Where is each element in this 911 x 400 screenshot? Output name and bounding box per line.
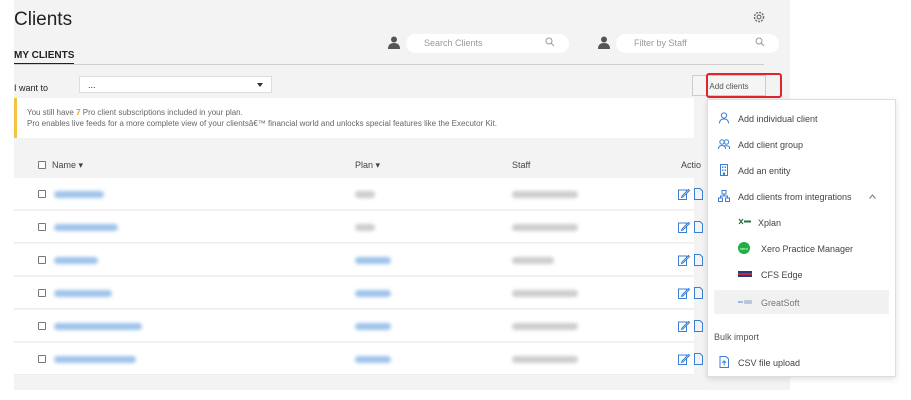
menu-item-add-entity[interactable]: Add an entity (708, 160, 895, 180)
integrations-icon (718, 190, 730, 202)
search-clients-placeholder: Search Clients (424, 38, 483, 48)
banner-line-1: You still have 7 Pro client subscription… (27, 108, 243, 117)
row-checkbox[interactable] (38, 355, 46, 363)
edit-icon[interactable] (678, 188, 690, 200)
row-checkbox[interactable] (38, 190, 46, 198)
row-checkbox[interactable] (38, 289, 46, 297)
table-header: Name ▾ Plan ▾ Staff Actio (14, 150, 701, 175)
table-row[interactable] (14, 310, 703, 342)
table-row[interactable] (14, 277, 703, 309)
table-row[interactable] (14, 211, 703, 243)
edit-icon[interactable] (678, 254, 690, 266)
menu-item-greatsoft[interactable]: GreatSoft (708, 292, 895, 312)
menu-item-csv-upload[interactable]: CSV file upload (708, 352, 895, 372)
edit-icon[interactable] (678, 287, 690, 299)
svg-text:xero: xero (740, 246, 749, 251)
client-name-redacted[interactable] (54, 257, 98, 264)
i-want-to-select[interactable]: ... (79, 76, 272, 93)
subscription-banner: You still have 7 Pro client subscription… (14, 98, 694, 138)
client-name-redacted[interactable] (54, 290, 112, 297)
highlight-add-clients (706, 73, 782, 98)
document-icon[interactable] (694, 188, 703, 200)
tab-my-clients[interactable]: MY CLIENTS (14, 50, 75, 65)
banner-line-2: Pro enables live feeds for a more comple… (27, 119, 498, 128)
client-staff-redacted (512, 290, 578, 297)
document-icon[interactable] (694, 221, 703, 233)
client-plan-redacted (355, 290, 391, 297)
client-staff-redacted (512, 191, 578, 198)
client-plan-redacted (355, 356, 391, 363)
search-icon (545, 37, 555, 47)
gear-icon[interactable] (752, 10, 766, 24)
row-checkbox[interactable] (38, 223, 46, 231)
building-icon (720, 164, 728, 176)
i-want-to-value: ... (88, 80, 96, 90)
person-outline-icon (719, 112, 729, 124)
column-plan[interactable]: Plan ▾ (355, 160, 380, 171)
client-staff-redacted (512, 224, 578, 231)
edit-icon[interactable] (678, 353, 690, 365)
select-all-checkbox[interactable] (38, 161, 46, 169)
client-staff-redacted (512, 257, 554, 264)
client-plan-redacted (355, 224, 375, 231)
menu-item-cfs-edge[interactable]: CFS Edge (708, 264, 895, 284)
client-plan-redacted (355, 191, 375, 198)
table-row[interactable] (14, 178, 703, 210)
menu-item-xplan[interactable]: Xplan (708, 212, 895, 232)
i-want-to-label: I want to (14, 83, 49, 93)
document-icon[interactable] (694, 254, 703, 266)
menu-item-add-individual[interactable]: Add individual client (708, 108, 895, 128)
caret-down-icon (257, 83, 263, 87)
client-name-redacted[interactable] (54, 356, 136, 363)
page-title: Clients (14, 9, 73, 30)
cfs-logo-icon (738, 271, 752, 277)
client-name-redacted[interactable] (54, 323, 142, 330)
search-clients-input[interactable]: Search Clients (406, 34, 569, 53)
column-name[interactable]: Name ▾ (52, 160, 83, 171)
menu-item-add-group[interactable]: Add client group (708, 134, 895, 154)
row-checkbox[interactable] (38, 322, 46, 330)
group-icon (718, 139, 730, 150)
document-icon[interactable] (694, 353, 703, 365)
search-icon (755, 37, 765, 47)
client-staff-redacted (512, 323, 578, 330)
client-staff-redacted (512, 356, 578, 363)
person-icon (388, 36, 400, 49)
client-plan-redacted (355, 323, 391, 330)
client-plan-redacted (355, 257, 391, 264)
document-icon[interactable] (694, 287, 703, 299)
edit-icon[interactable] (678, 221, 690, 233)
tab-divider (14, 64, 764, 65)
menu-item-add-from-integrations[interactable]: Add clients from integrations (708, 186, 895, 206)
filter-staff-input[interactable]: Filter by Staff (616, 34, 779, 53)
row-checkbox[interactable] (38, 256, 46, 264)
staff-group-icon (598, 36, 610, 49)
column-actions: Actio (681, 160, 702, 170)
column-staff: Staff (512, 160, 531, 170)
filter-staff-placeholder: Filter by Staff (634, 38, 687, 48)
table-row[interactable] (14, 343, 703, 375)
document-icon[interactable] (694, 320, 703, 332)
bulk-import-heading: Bulk import (714, 332, 760, 342)
add-clients-dropdown: Add individual client Add client group A… (707, 99, 896, 377)
file-upload-icon (719, 356, 729, 368)
chevron-up-icon (869, 194, 876, 199)
xero-logo-icon: xero (738, 242, 750, 254)
greatsoft-logo-icon (738, 300, 752, 304)
client-name-redacted[interactable] (54, 191, 104, 198)
menu-item-xero-practice-manager[interactable]: xero Xero Practice Manager (708, 238, 895, 258)
table-row[interactable] (14, 244, 703, 276)
client-name-redacted[interactable] (54, 224, 118, 231)
xplan-logo-icon (738, 218, 751, 225)
edit-icon[interactable] (678, 320, 690, 332)
